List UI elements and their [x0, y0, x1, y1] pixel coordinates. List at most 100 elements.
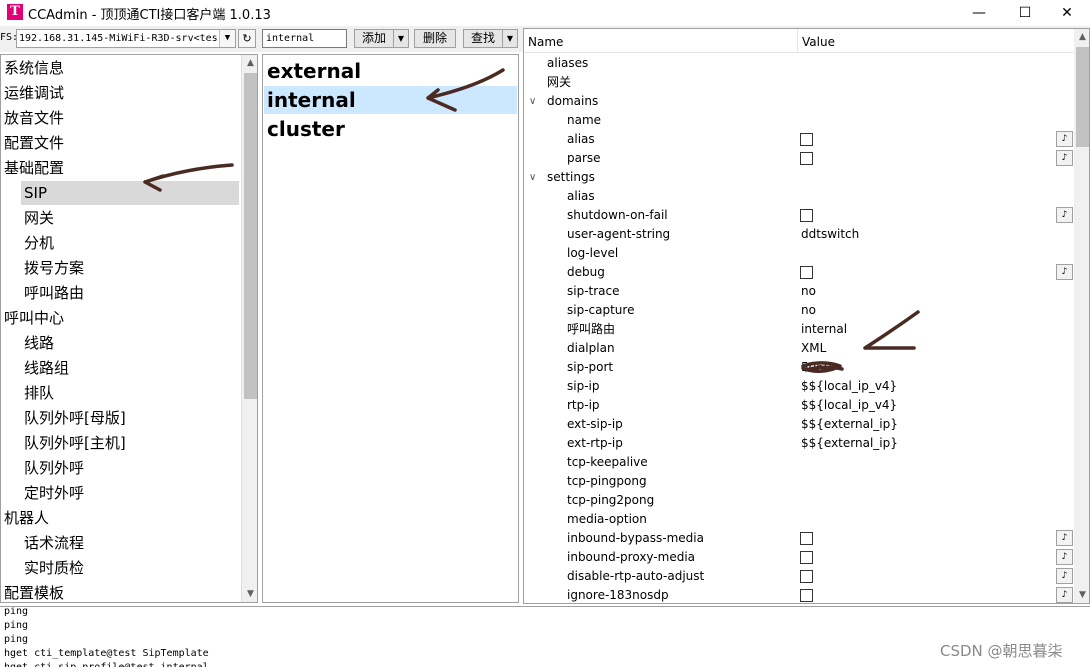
property-row[interactable]: ext-rtp-ip $${external_ip}	[524, 434, 1074, 453]
tree-item[interactable]: 基础配置	[4, 156, 64, 180]
tree-item[interactable]: 线路组	[24, 356, 69, 380]
property-row[interactable]: sip-trace no	[524, 282, 1074, 301]
property-row[interactable]: ignore-183nosdp ♪	[524, 586, 1074, 603]
tree-item[interactable]: 定时外呼	[24, 481, 84, 505]
minimize-button[interactable]: —	[956, 0, 1002, 26]
property-value[interactable]: $${local_ip_v4}	[801, 377, 897, 396]
search-input[interactable]: internal	[262, 29, 347, 48]
column-header-name[interactable]: Name	[528, 35, 563, 49]
tree-item[interactable]: 分机	[24, 231, 54, 255]
property-row[interactable]: log-level	[524, 244, 1074, 263]
property-row[interactable]: tcp-keepalive	[524, 453, 1074, 472]
property-row[interactable]: ∨ settings	[524, 168, 1074, 187]
tree-item[interactable]: 排队	[24, 381, 54, 405]
reset-value-icon[interactable]: ♪	[1056, 131, 1073, 147]
property-value[interactable]: internal	[801, 320, 847, 339]
property-checkbox[interactable]	[800, 589, 813, 602]
property-row[interactable]: sip-port 5060	[524, 358, 1074, 377]
close-button[interactable]: ✕	[1044, 0, 1090, 26]
tree-item[interactable]: 运维调试	[4, 81, 64, 105]
property-value[interactable]: XML	[801, 339, 826, 358]
scroll-down-icon[interactable]: ▼	[242, 586, 257, 602]
refresh-icon[interactable]: ↻	[238, 29, 256, 48]
property-row[interactable]: name	[524, 111, 1074, 130]
column-divider[interactable]	[797, 29, 798, 53]
reset-value-icon[interactable]: ♪	[1056, 568, 1073, 584]
property-checkbox[interactable]	[800, 266, 813, 279]
profile-item[interactable]: cluster	[264, 115, 517, 143]
property-checkbox[interactable]	[800, 209, 813, 222]
property-row[interactable]: sip-ip $${local_ip_v4}	[524, 377, 1074, 396]
tree-item[interactable]: 队列外呼	[24, 456, 84, 480]
property-checkbox[interactable]	[800, 152, 813, 165]
property-row[interactable]: tcp-ping2pong	[524, 491, 1074, 510]
tree-item[interactable]: 网关	[24, 206, 54, 230]
fs-server-select[interactable]: 192.168.31.145-MiWiFi-R3D-srv<tes ▼	[16, 29, 236, 48]
scrollbar-thumb[interactable]	[244, 73, 257, 399]
profile-item[interactable]: external	[264, 57, 517, 85]
tree-item[interactable]: SIP	[21, 181, 239, 205]
tree-item[interactable]: 放音文件	[4, 106, 64, 130]
log-output[interactable]: ping ping ping hget cti_template@test SipTe…	[0, 606, 1090, 667]
property-value[interactable]: no	[801, 282, 816, 301]
tree-item[interactable]: 队列外呼[主机]	[24, 431, 126, 455]
property-value[interactable]: $${local_ip_v4}	[801, 396, 897, 415]
property-row[interactable]: user-agent-string ddtswitch	[524, 225, 1074, 244]
property-row[interactable]: ∨ domains	[524, 92, 1074, 111]
property-row[interactable]: alias ♪	[524, 130, 1074, 149]
tree-item[interactable]: 实时质检	[24, 556, 84, 580]
property-value[interactable]: $${external_ip}	[801, 434, 898, 453]
reset-value-icon[interactable]: ♪	[1056, 549, 1073, 565]
add-dropdown-icon[interactable]: ▼	[393, 29, 409, 48]
property-row[interactable]: ext-sip-ip $${external_ip}	[524, 415, 1074, 434]
property-row[interactable]: alias	[524, 187, 1074, 206]
property-row[interactable]: tcp-pingpong	[524, 472, 1074, 491]
tree-item[interactable]: 拨号方案	[24, 256, 84, 280]
property-row[interactable]: parse ♪	[524, 149, 1074, 168]
scroll-down-icon[interactable]: ▼	[1074, 587, 1089, 603]
nav-tree-scrollbar[interactable]: ▲ ▼	[241, 55, 257, 602]
property-grid-scrollbar[interactable]: ▲ ▼	[1074, 29, 1089, 603]
tree-item[interactable]: 线路	[24, 331, 54, 355]
property-row[interactable]: shutdown-on-fail ♪	[524, 206, 1074, 225]
property-row[interactable]: disable-rtp-auto-adjust ♪	[524, 567, 1074, 586]
tree-item[interactable]: 队列外呼[母版]	[24, 406, 126, 430]
property-value[interactable]: $${external_ip}	[801, 415, 898, 434]
reset-value-icon[interactable]: ♪	[1056, 150, 1073, 166]
tree-item[interactable]: 呼叫中心	[4, 306, 64, 330]
maximize-button[interactable]: ☐	[1002, 0, 1048, 26]
property-row[interactable]: 呼叫路由 internal	[524, 320, 1074, 339]
property-row[interactable]: debug ♪	[524, 263, 1074, 282]
property-checkbox[interactable]	[800, 532, 813, 545]
property-row[interactable]: aliases	[524, 54, 1074, 73]
tree-item[interactable]: 呼叫路由	[24, 281, 84, 305]
delete-button[interactable]: 删除	[414, 29, 456, 48]
profile-item[interactable]: internal	[264, 86, 517, 114]
property-checkbox[interactable]	[800, 570, 813, 583]
find-button[interactable]: 查找	[463, 29, 503, 48]
property-row[interactable]: dialplan XML	[524, 339, 1074, 358]
reset-value-icon[interactable]: ♪	[1056, 587, 1073, 603]
property-row[interactable]: media-option	[524, 510, 1074, 529]
reset-value-icon[interactable]: ♪	[1056, 530, 1073, 546]
property-value[interactable]: ddtswitch	[801, 225, 859, 244]
property-row[interactable]: sip-capture no	[524, 301, 1074, 320]
reset-value-icon[interactable]: ♪	[1056, 207, 1073, 223]
property-row[interactable]: rtp-ip $${local_ip_v4}	[524, 396, 1074, 415]
property-value[interactable]: no	[801, 301, 816, 320]
tree-item[interactable]: 配置模板	[4, 581, 64, 602]
tree-item[interactable]: 配置文件	[4, 131, 64, 155]
property-checkbox[interactable]	[800, 551, 813, 564]
property-row[interactable]: 网关	[524, 73, 1074, 92]
chevron-down-icon[interactable]: ▼	[219, 30, 235, 47]
property-value[interactable]: 5060	[801, 358, 832, 377]
add-button[interactable]: 添加	[354, 29, 394, 48]
reset-value-icon[interactable]: ♪	[1056, 264, 1073, 280]
scrollbar-thumb[interactable]	[1076, 47, 1089, 147]
property-checkbox[interactable]	[800, 133, 813, 146]
find-dropdown-icon[interactable]: ▼	[502, 29, 518, 48]
tree-item[interactable]: 话术流程	[24, 531, 84, 555]
expand-chevron-icon[interactable]: ∨	[529, 168, 536, 187]
tree-item[interactable]: 机器人	[4, 506, 49, 530]
expand-chevron-icon[interactable]: ∨	[529, 92, 536, 111]
